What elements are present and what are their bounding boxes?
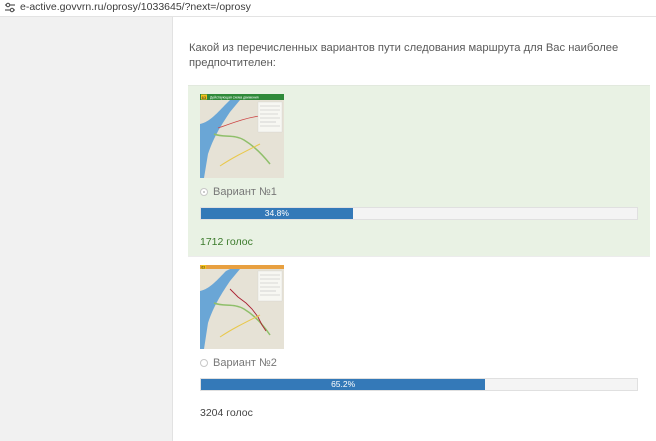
map-badge: 63 [201, 265, 205, 269]
result-progress-bar: 34.8% [200, 207, 638, 220]
option-label[interactable]: Вариант №1 [213, 186, 277, 198]
route-map-image[interactable]: 63 [200, 265, 284, 349]
result-progress-bar: 65.2% [200, 378, 638, 391]
map-badge: 63 [202, 95, 207, 100]
option-label[interactable]: Вариант №2 [213, 357, 277, 369]
progress-percent-label: 65.2% [331, 379, 356, 389]
poll-option-1[interactable]: 63 Действующая схема движения Вариант №1… [188, 85, 650, 257]
address-bar[interactable]: e-active.govvrn.ru/oprosy/1033645/?next=… [0, 0, 656, 17]
radio-button[interactable] [200, 359, 208, 367]
radio-button-checked[interactable] [200, 188, 208, 196]
route-map-image[interactable]: 63 Действующая схема движения [200, 94, 284, 178]
poll-content: Какой из перечисленных вариантов пути сл… [173, 17, 656, 441]
progress-percent-label: 34.8% [264, 208, 289, 218]
map-header: Действующая схема движения [210, 96, 259, 100]
vote-count: 1712 голос [200, 236, 253, 248]
tune-icon[interactable] [4, 2, 16, 13]
left-sidebar [0, 17, 173, 441]
poll-option-2[interactable]: 63 Вариант №2 65.2% 3204 голос [188, 256, 650, 428]
poll-question: Какой из перечисленных вариантов пути сл… [189, 42, 619, 69]
url-text[interactable]: e-active.govvrn.ru/oprosy/1033645/?next=… [20, 1, 251, 14]
vote-count: 3204 голос [200, 407, 253, 419]
